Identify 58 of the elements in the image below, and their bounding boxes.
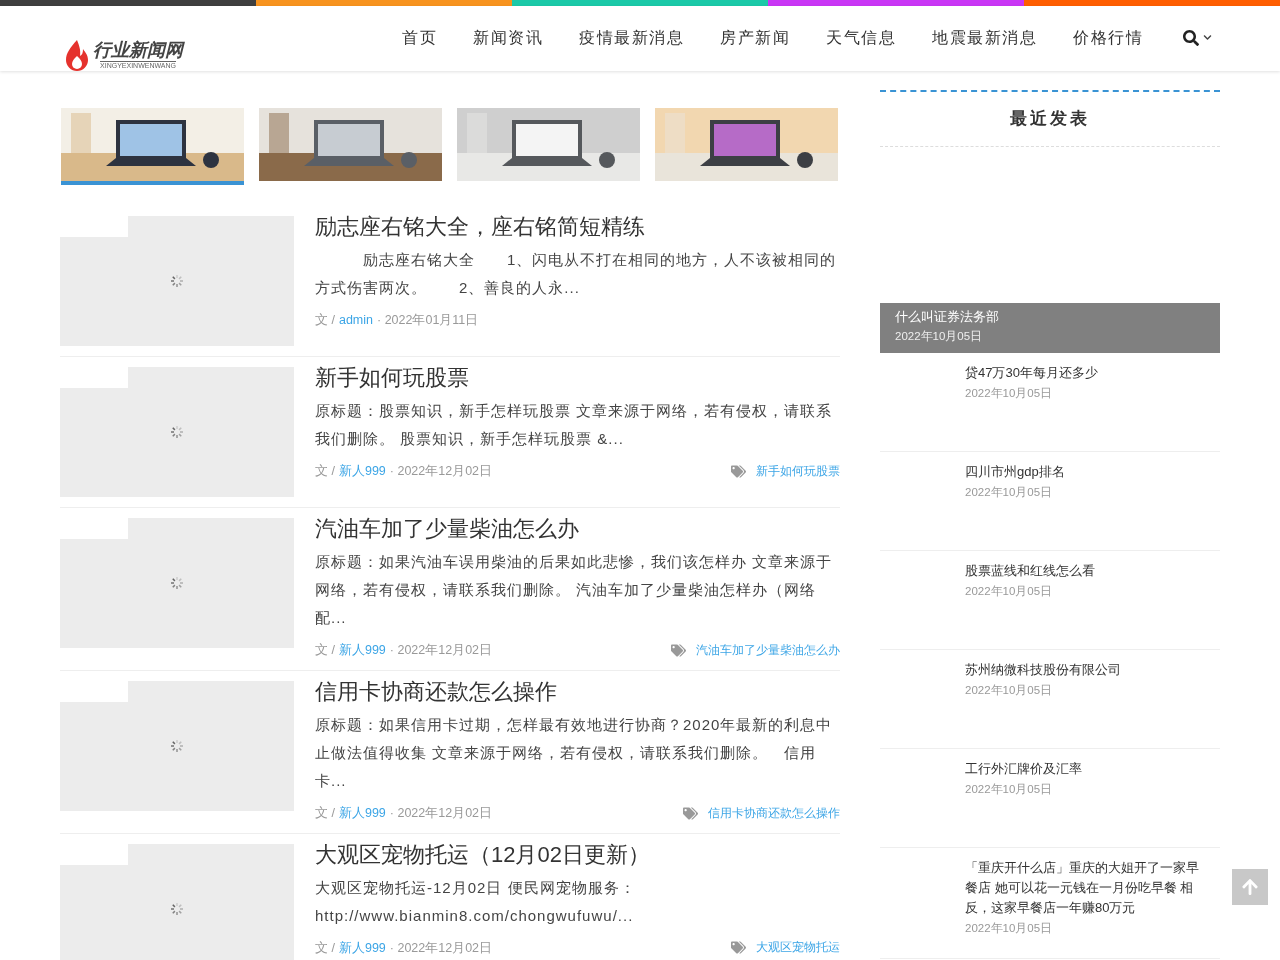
tags-icon <box>731 940 746 956</box>
article-excerpt: 原标题：如果信用卡过期，怎样最有效地进行协商？2020年最新的利息中止做法值得收集 文章来源于网络，若有侵权，请联系我们删除。 信用卡... <box>315 714 834 791</box>
recent-post-date: 2022年10月05日 <box>965 584 1054 599</box>
tags-icon <box>671 642 686 658</box>
recent-post-title[interactable]: 四川市州gdp排名 <box>965 462 1220 482</box>
article-title[interactable]: 励志座右铭大全，座右铭简短精练 <box>315 215 840 239</box>
featured-title: 什么叫证券法务部 <box>895 308 1000 326</box>
article-excerpt: 大观区宠物托运-12月02日 便民网宠物服务：http://www.bianmin8.com/chongwufuwu/... <box>315 877 637 926</box>
flame-icon <box>65 39 89 71</box>
post-date: · 2022年12月02日 <box>389 642 493 659</box>
article-title[interactable]: 新手如何玩股票 <box>315 366 840 390</box>
byline-label: 文 / <box>315 463 335 480</box>
recent-post-title[interactable]: 贷47万30年每月还多少 <box>965 363 1220 383</box>
byline-label: 文 / <box>315 312 335 329</box>
loading-icon <box>169 737 185 754</box>
post-date: · 2022年01月11日 <box>377 312 479 329</box>
recent-post-title[interactable]: 股票蓝线和红线怎么看 <box>965 561 1220 581</box>
nav-link[interactable]: 首页 <box>402 26 437 50</box>
loading-icon <box>169 273 185 289</box>
byline-label: 文 / <box>315 642 335 659</box>
nav-link[interactable]: 疫情最新消息 <box>579 26 684 50</box>
featured-date: 2022年10月05日 <box>895 329 984 344</box>
article-title[interactable]: 大观区宠物托运（12月02日更新） <box>315 842 840 867</box>
featured-post[interactable]: 什么叫证券法务部 2022年10月05日 <box>880 303 1220 353</box>
loading-icon <box>169 575 185 591</box>
nav-link[interactable]: 房产新闻 <box>720 26 790 50</box>
byline-label: 文 / <box>315 939 335 957</box>
chevron-down-icon <box>1203 33 1212 43</box>
nav-link[interactable]: 新闻资讯 <box>473 26 543 50</box>
tags-icon <box>683 805 698 821</box>
tags-icon <box>731 463 746 479</box>
article-excerpt: 励志座右铭大全 1、闪电从不打在相同的地方，人不该被相同的方式伤害两次。 2、善良的人永... <box>315 250 838 298</box>
recent-post-date: 2022年10月05日 <box>965 921 1054 936</box>
search-button[interactable] <box>1183 29 1212 46</box>
article-title[interactable]: 信用卡协商还款怎么操作 <box>315 679 840 704</box>
arrow-up-icon <box>1241 878 1259 896</box>
recent-post-date: 2022年10月05日 <box>965 683 1054 698</box>
nav-link[interactable]: 价格行情 <box>1073 26 1143 50</box>
recent-post-title[interactable]: 「重庆开什么店」重庆的大姐开了一家早餐店 她可以花一元钱在一月份吃早餐 相反，这家早餐店一年赚80万元 <box>965 858 1206 918</box>
article-excerpt: 原标题：股票知识，新手怎样玩股票 文章来源于网络，若有侵权，请联系我们删除。 股票知识，新手怎样玩股票 &... <box>315 401 834 449</box>
logo-text: 行业新闻网 <box>93 40 183 59</box>
nav-link[interactable]: 地震最新消息 <box>932 26 1037 50</box>
sidebar-title: 最近发表 <box>1010 108 1090 131</box>
post-date: · 2022年12月02日 <box>389 804 493 822</box>
loading-icon <box>169 900 185 917</box>
recent-post-title[interactable]: 工行外汇牌价及汇率 <box>965 759 1220 779</box>
post-date: · 2022年12月02日 <box>389 939 493 957</box>
loading-icon <box>169 424 185 440</box>
post-date: · 2022年12月02日 <box>389 463 493 480</box>
recent-post-date: 2022年10月05日 <box>965 386 1054 401</box>
recent-post-title[interactable]: 苏州纳微科技股份有限公司 <box>965 660 1220 680</box>
article-excerpt: 原标题：如果汽油车误用柴油的后果如此悲惨，我们该怎样办 文章来源于网络，若有侵权，请联系我们删除。 汽油车加了少量柴油怎样办（网络配... <box>315 552 834 628</box>
article-title[interactable]: 汽油车加了少量柴油怎么办 <box>315 517 840 541</box>
nav-link[interactable]: 天气信息 <box>826 26 896 50</box>
recent-post-date: 2022年10月05日 <box>965 485 1054 500</box>
recent-post-date: 2022年10月05日 <box>965 782 1054 797</box>
search-icon <box>1183 29 1199 46</box>
byline-label: 文 / <box>315 804 335 822</box>
